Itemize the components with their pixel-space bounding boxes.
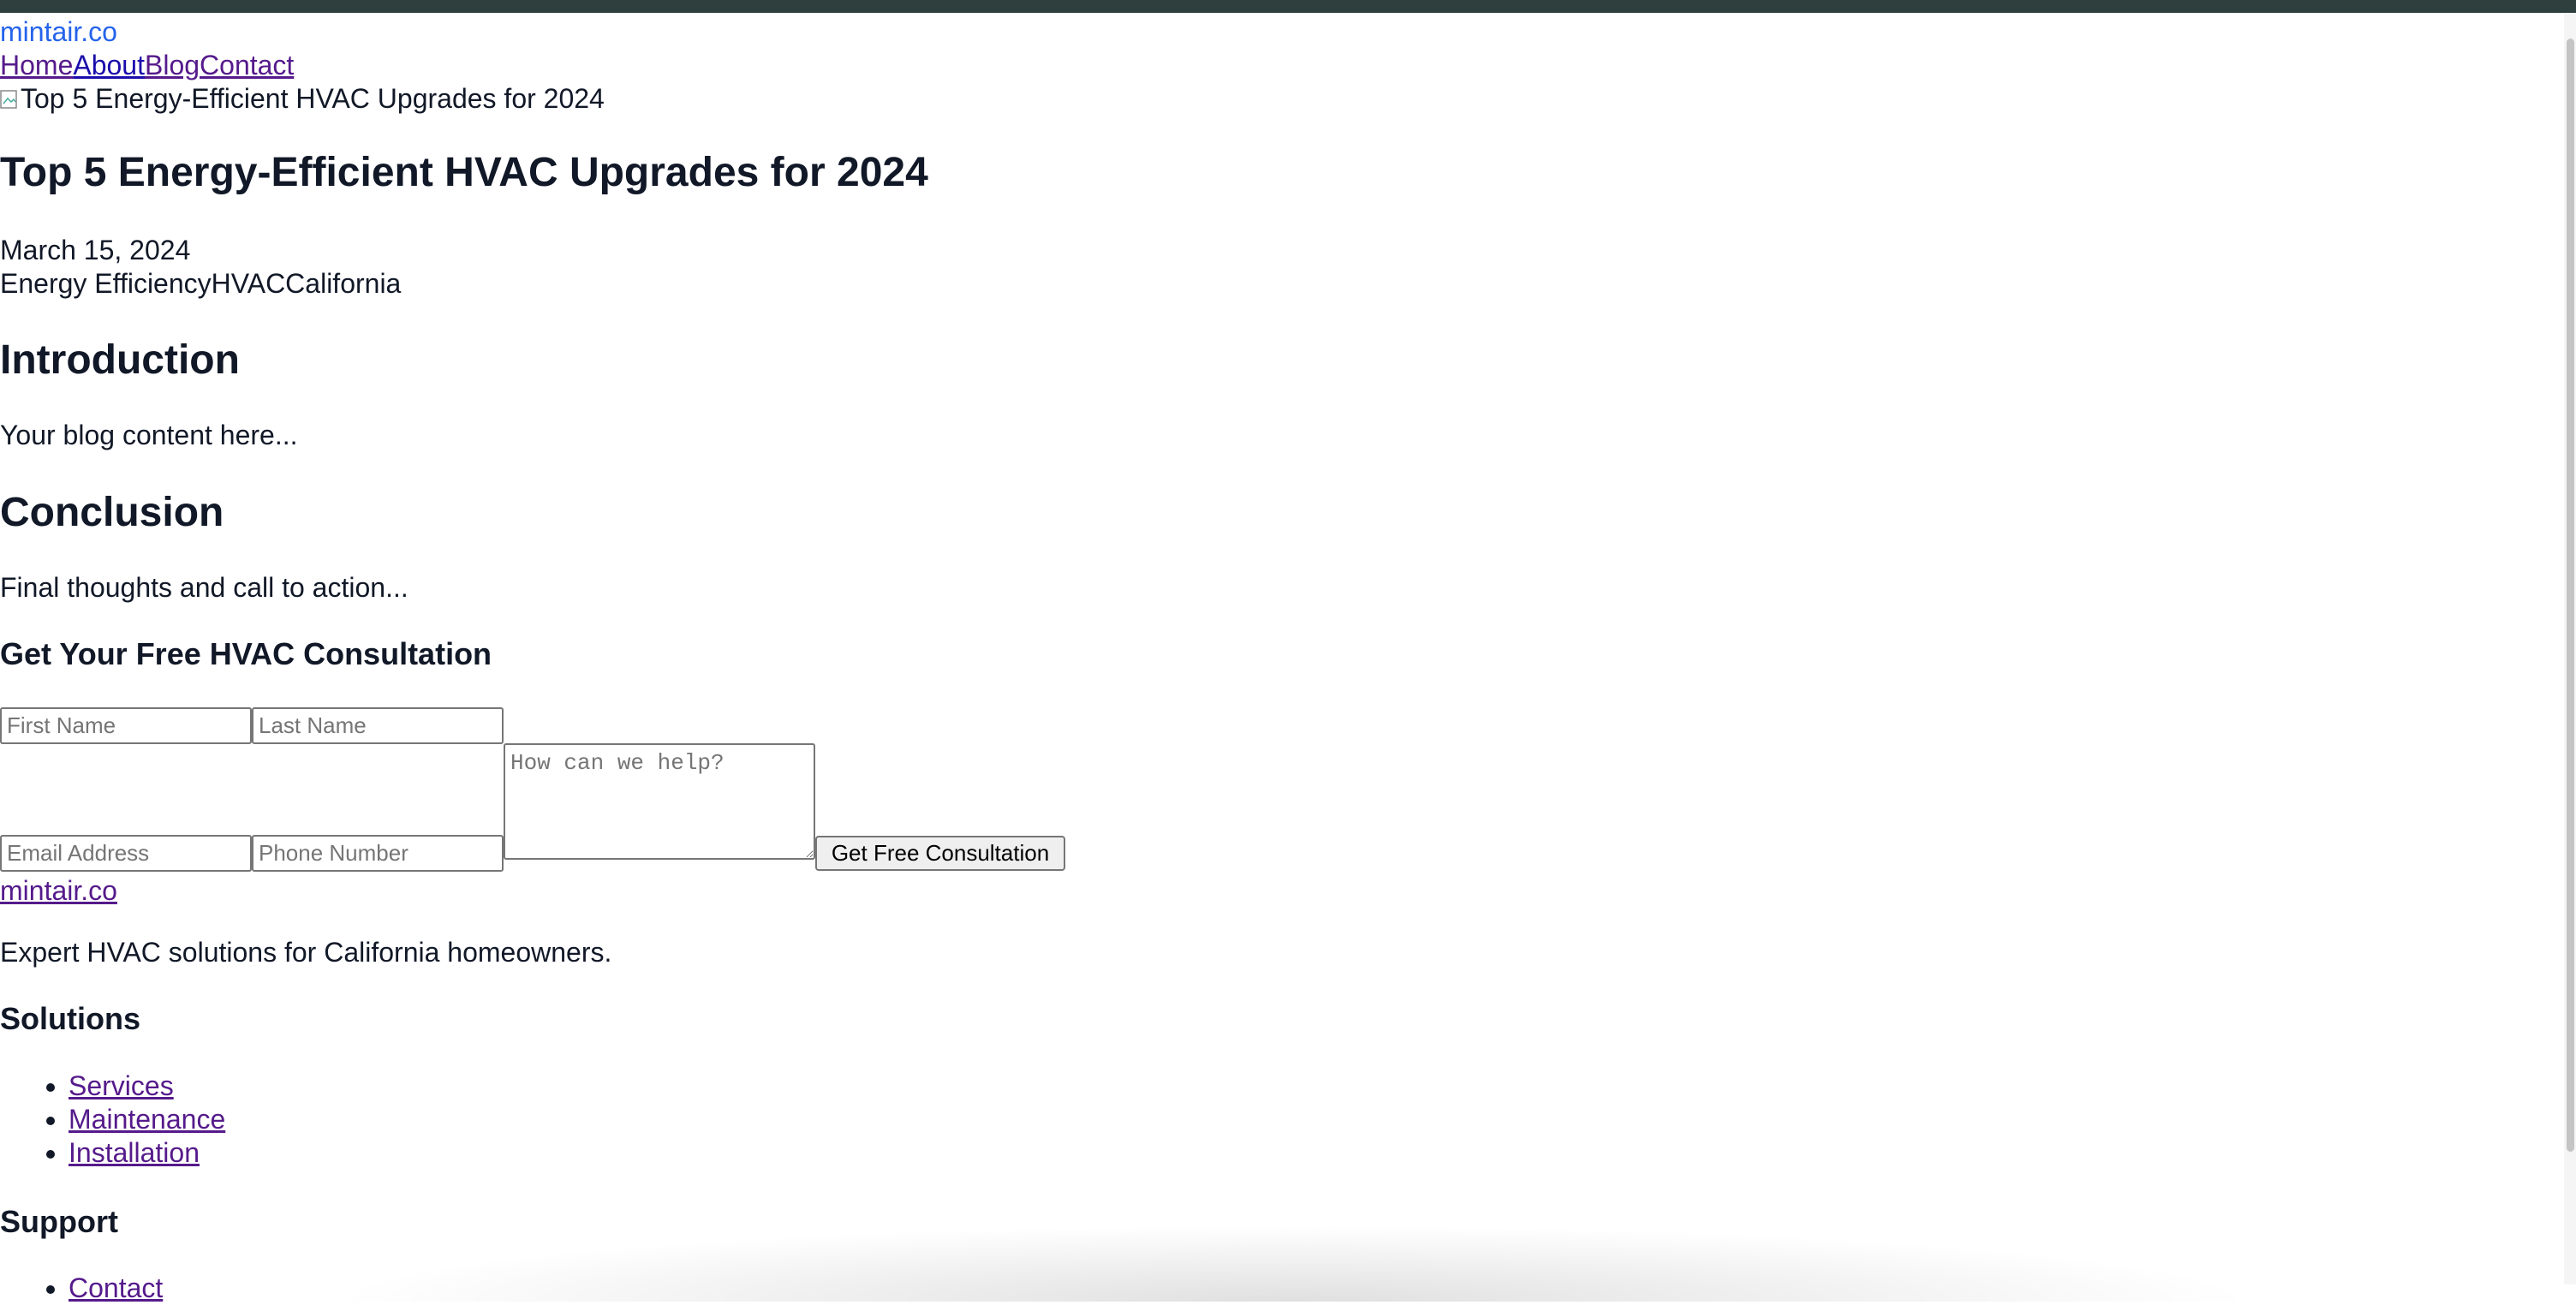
section-body-conclusion: Final thoughts and call to action... <box>0 572 408 603</box>
section-heading-introduction: Introduction <box>0 337 240 383</box>
list-item: Contact <box>69 1271 163 1304</box>
scrollbar[interactable] <box>2564 13 2576 1284</box>
article-date: March 15, 2024 <box>0 235 191 265</box>
list-item: Services <box>69 1069 225 1102</box>
footer-link-maintenance[interactable]: Maintenance <box>69 1104 225 1135</box>
footer-solutions-heading: Solutions <box>0 1001 140 1036</box>
nav-blog[interactable]: Blog <box>145 50 200 80</box>
main-nav: HomeAboutBlogContact <box>0 48 294 82</box>
footer-link-services[interactable]: Services <box>69 1070 174 1101</box>
article-title: Top 5 Energy-Efficient HVAC Upgrades for… <box>0 150 928 195</box>
tag: Energy Efficiency <box>0 268 212 299</box>
footer-solutions-list: Services Maintenance Installation <box>0 1069 225 1169</box>
last-name-input[interactable] <box>252 707 504 744</box>
nav-about[interactable]: About <box>73 50 145 80</box>
footer-support-heading: Support <box>0 1204 118 1239</box>
list-item: Maintenance <box>69 1102 225 1135</box>
scrollbar-thumb[interactable] <box>2567 39 2574 1152</box>
article-hero-image: Top 5 Energy-Efficient HVAC Upgrades for… <box>0 81 605 116</box>
nav-home[interactable]: Home <box>0 50 73 80</box>
footer-link-installation[interactable]: Installation <box>69 1137 200 1168</box>
tag: California <box>285 268 402 299</box>
email-input[interactable] <box>0 835 252 872</box>
first-name-input[interactable] <box>0 707 252 744</box>
hero-image-alt-text: Top 5 Energy-Efficient HVAC Upgrades for… <box>21 83 605 114</box>
site-brand-link[interactable]: mintair.co <box>0 15 117 49</box>
footer-brand-link[interactable]: mintair.co <box>0 873 117 908</box>
footer-tagline: Expert HVAC solutions for California hom… <box>0 937 612 968</box>
footer-link-contact[interactable]: Contact <box>69 1272 163 1303</box>
list-item: Installation <box>69 1135 225 1169</box>
message-textarea[interactable] <box>504 743 815 860</box>
phone-input[interactable] <box>252 835 504 872</box>
section-heading-conclusion: Conclusion <box>0 490 224 535</box>
consultation-heading: Get Your Free HVAC Consultation <box>0 636 492 671</box>
top-accent-bar <box>0 0 2576 13</box>
broken-image-icon <box>0 84 19 109</box>
section-body-introduction: Your blog content here... <box>0 420 298 450</box>
bottom-overlay-shadow <box>325 1225 2261 1302</box>
nav-contact[interactable]: Contact <box>200 50 294 80</box>
footer-support-list: Contact <box>0 1271 163 1304</box>
get-free-consultation-button[interactable]: Get Free Consultation <box>815 836 1065 871</box>
article-tags: Energy EfficiencyHVACCalifornia <box>0 266 401 301</box>
tag: HVAC <box>211 268 286 299</box>
